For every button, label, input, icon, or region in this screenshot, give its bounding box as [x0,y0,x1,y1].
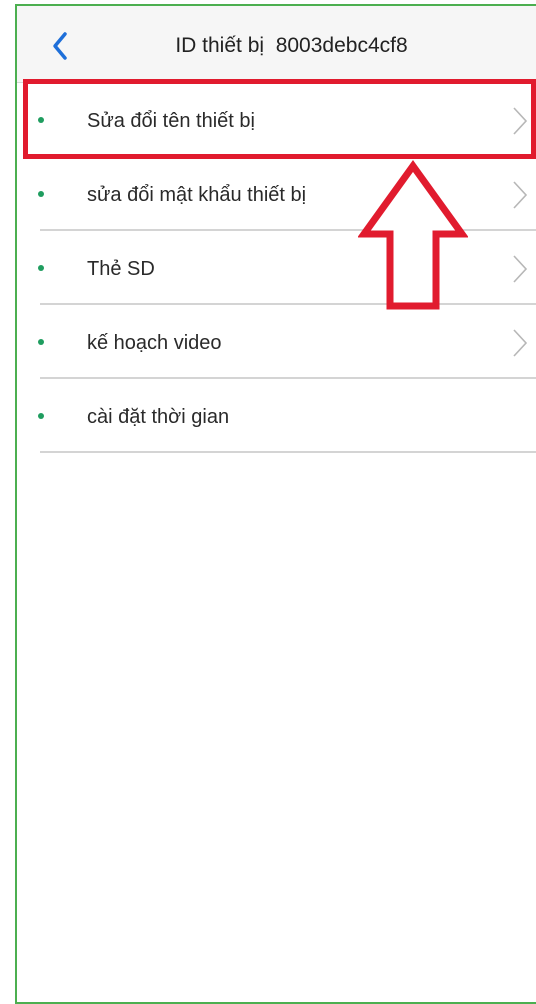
chevron-right-icon [513,255,528,283]
list-item-rename-device[interactable]: Sửa đổi tên thiết bị [17,83,536,157]
list-item-change-password[interactable]: sửa đổi mật khẩu thiết bị [17,157,536,231]
list-item-sd-card[interactable]: Thẻ SD [17,231,536,305]
bullet-icon [38,265,44,271]
settings-list: Sửa đổi tên thiết bị sửa đổi mật khẩu th… [17,83,536,453]
bullet-icon [38,117,44,123]
bullet-icon [38,191,44,197]
divider [40,451,536,453]
list-item-time-settings[interactable]: cài đặt thời gian [17,379,536,453]
list-item-label: sửa đổi mật khẩu thiết bị [87,184,307,206]
bullet-icon [38,339,44,345]
page-title: ID thiết bị 8003debc4cf8 [175,34,408,57]
list-item-label: Thẻ SD [87,258,155,280]
bullet-icon [38,413,44,419]
list-item-label: Sửa đổi tên thiết bị [87,110,255,132]
chevron-right-icon [513,181,528,209]
list-item-video-plan[interactable]: kế hoạch video [17,305,536,379]
chevron-right-icon [513,107,528,135]
app-header: ID thiết bị 8003debc4cf8 [17,6,536,83]
chevron-right-icon [513,329,528,357]
list-item-label: cài đặt thời gian [87,406,230,428]
list-item-label: kế hoạch video [87,332,222,354]
